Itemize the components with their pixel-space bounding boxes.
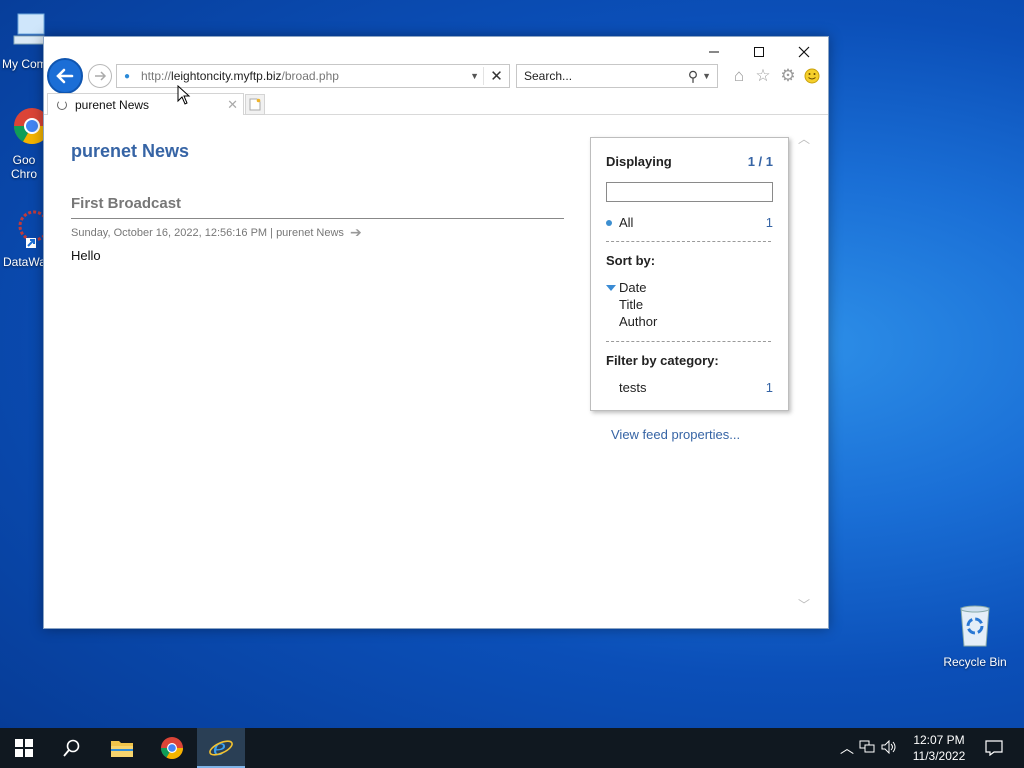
windows-logo-icon [15,739,33,757]
mouse-cursor-icon [177,85,191,105]
volume-icon[interactable] [878,739,900,757]
feed-item-title[interactable]: First Broadcast [71,195,181,212]
displaying-row: Displaying 1 / 1 [606,154,773,169]
scroll-down-chevron-icon[interactable]: ﹀ [797,596,811,613]
sort-heading: Sort by: [606,253,656,268]
feed-item-body: Hello [71,248,101,263]
recycle-bin-icon [942,604,1008,651]
tab-close-icon[interactable]: ✕ [227,97,243,113]
favorites-star-icon[interactable]: ☆ [753,66,773,86]
tab-bar: purenet News ✕ [44,93,828,115]
maximize-button[interactable] [737,41,781,63]
taskbar: e ︿ 12:07 PM 11/3/2022 [0,728,1024,768]
sort-descending-icon [606,284,616,291]
view-feed-properties-link[interactable]: View feed properties... [611,427,740,442]
back-arrow-icon [56,68,74,84]
scroll-up-chevron-icon[interactable]: ︿ [797,130,811,147]
divider [606,341,771,342]
show-hidden-icons-chevron-icon[interactable]: ︿ [838,738,856,758]
url-path: /broad.php [281,69,339,83]
folder-icon [111,741,133,757]
search-input[interactable]: Search... [524,69,572,83]
divider [606,241,771,242]
tab-title: purenet News [75,97,150,112]
feed-item-meta: Sunday, October 16, 2022, 12:56:16 PM | … [71,224,362,241]
tab-purenet-news[interactable]: purenet News ✕ [47,93,244,115]
taskbar-file-explorer[interactable] [98,728,146,768]
go-to-item-arrow-icon[interactable]: ➔ [350,224,362,241]
search-box[interactable]: Search... ⚲ ▼ [516,64,718,88]
clock-time: 12:07 PM [913,733,965,747]
svg-text:e: e [213,736,226,760]
internet-explorer-icon: e [209,736,233,760]
close-window-button[interactable] [782,41,826,63]
forward-arrow-icon [95,71,107,81]
sort-option-label: Date [619,280,647,295]
system-tray: ︿ [838,728,900,768]
desktop-icon-label: Goo Chro [10,153,37,181]
taskbar-internet-explorer[interactable]: e [197,728,245,768]
displaying-count: 1 / 1 [747,154,773,169]
notification-icon [985,740,1003,756]
maximize-icon [754,47,764,57]
taskbar-chrome[interactable] [148,728,196,768]
clock-date: 11/3/2022 [912,749,966,763]
back-button[interactable] [47,58,83,94]
displaying-label: Displaying [606,154,672,169]
settings-gear-icon[interactable]: ⚙ [778,66,798,86]
forward-button[interactable] [88,64,112,88]
all-label: All [619,215,634,230]
sort-option-author[interactable]: Author [606,314,773,329]
minimize-button[interactable] [692,41,736,63]
category-item-tests[interactable]: tests 1 [606,380,773,395]
clock[interactable]: 12:07 PM 11/3/2022 [906,732,972,764]
close-icon [798,46,810,58]
stop-button[interactable]: ✕ [483,67,509,85]
search-dropdown-icon[interactable]: ▼ [700,71,717,81]
minimize-icon [709,51,719,53]
bullet-icon [606,219,612,226]
sort-option-title[interactable]: Title [606,297,773,312]
category-name: tests [619,380,647,395]
page-icon: ● [123,70,131,82]
desktop-icon-recycle-bin[interactable]: Recycle Bin [942,604,1008,669]
new-tab-icon [249,98,261,111]
feed-title: purenet News [71,141,190,161]
all-count: 1 [765,215,773,230]
ie-browser-window: ● http://leightoncity.myftp.biz/broad.ph… [43,36,829,629]
desktop-icon-label: Recycle Bin [943,655,1007,669]
feed-page: purenet News First Broadcast Sunday, Oct… [44,116,814,628]
action-center-button[interactable] [970,728,1018,768]
feed-filter-panel: Displaying 1 / 1 All 1 Sort by: Date Tit… [590,137,789,411]
address-dropdown-icon[interactable]: ▼ [466,71,483,81]
category-count: 1 [765,380,773,395]
filter-input[interactable] [606,182,773,202]
feed-item-date-source: Sunday, October 16, 2022, 12:56:16 PM | … [71,226,344,239]
divider [71,218,564,219]
search-icon[interactable]: ⚲ [688,68,700,85]
search-button[interactable] [48,728,96,768]
address-bar[interactable]: ● http://leightoncity.myftp.biz/broad.ph… [116,64,510,88]
filter-all[interactable]: All 1 [606,215,773,230]
url-scheme: http:// [141,69,172,83]
feedback-smiley-icon[interactable] [802,66,822,86]
home-icon[interactable]: ⌂ [729,66,749,86]
chrome-icon [161,737,183,759]
new-tab-button[interactable] [245,94,265,115]
start-button[interactable] [0,728,48,768]
loading-spinner-icon [57,99,67,110]
search-icon [63,739,80,757]
network-icon[interactable] [856,740,878,757]
filter-category-heading: Filter by category: [606,353,719,368]
browser-chrome: ● http://leightoncity.myftp.biz/broad.ph… [44,37,828,115]
sort-option-date[interactable]: Date [606,280,773,295]
url-host: leightoncity.myftp.biz [171,69,282,83]
